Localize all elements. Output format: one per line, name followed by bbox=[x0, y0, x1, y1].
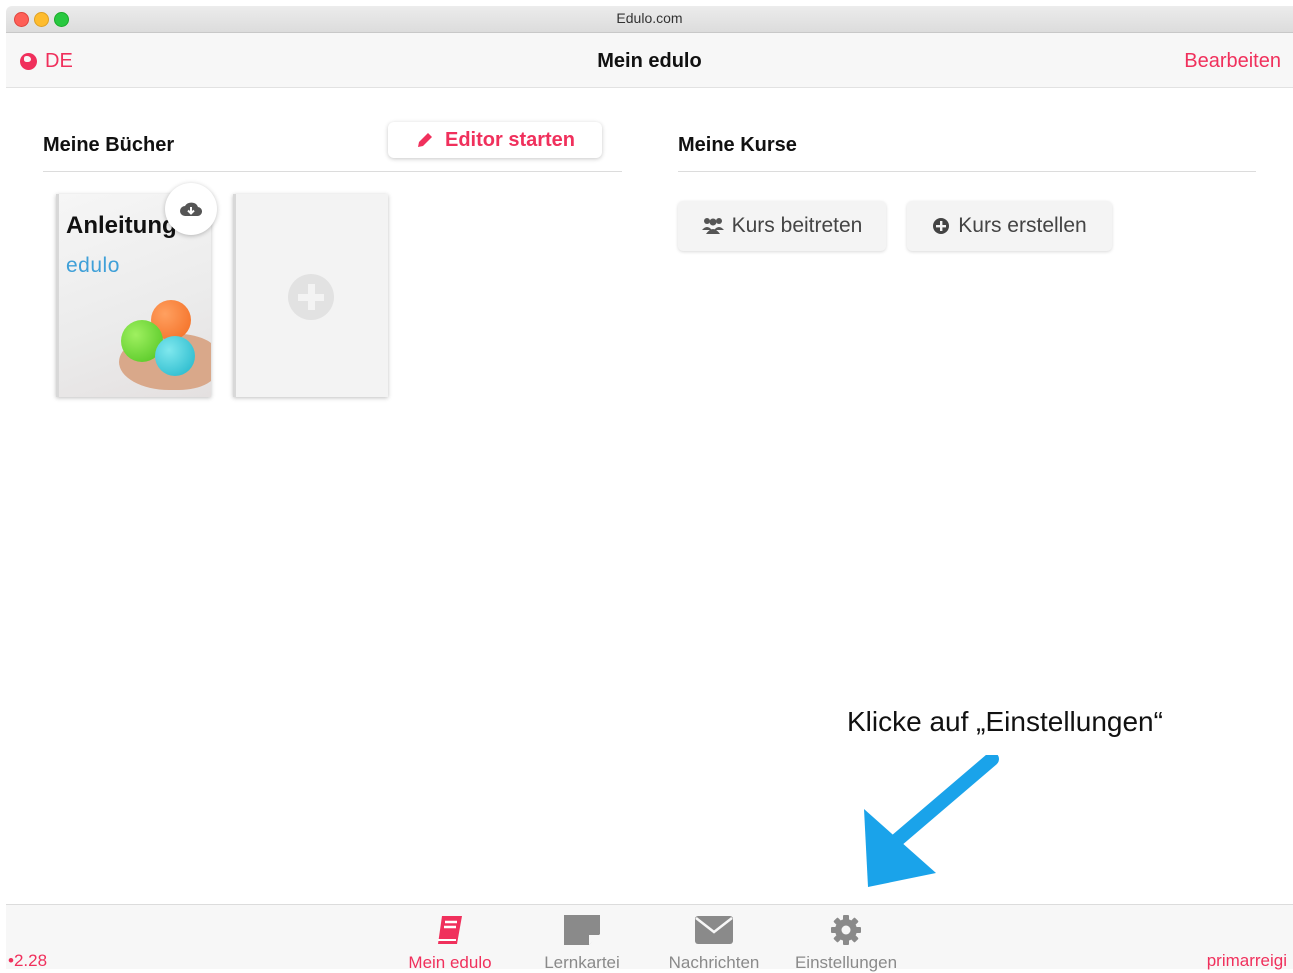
tab-label: Nachrichten bbox=[668, 953, 760, 972]
instruction-annotation: Klicke auf „Einstellungen“ bbox=[847, 706, 1163, 737]
users-icon bbox=[701, 218, 724, 234]
join-course-label: Kurs beitreten bbox=[731, 214, 863, 237]
navigation-bar: DE Mein edulo Bearbeiten bbox=[6, 33, 1293, 88]
tab-label: Lernkartei bbox=[544, 953, 620, 972]
book-cover-title: Anleitung bbox=[66, 212, 177, 239]
edit-button[interactable]: Bearbeiten bbox=[1184, 50, 1281, 73]
book-cover-logo: edulo bbox=[66, 254, 120, 277]
annotation-arrow-icon bbox=[864, 755, 999, 887]
version-label: •2.28 bbox=[8, 951, 48, 970]
tab-nachrichten[interactable]: Nachrichten bbox=[649, 913, 779, 973]
tab-mein-edulo[interactable]: Mein edulo bbox=[385, 913, 515, 973]
window-title: Edulo.com bbox=[616, 10, 683, 26]
envelope-icon bbox=[695, 916, 733, 944]
page-title: Mein edulo bbox=[597, 50, 702, 72]
start-editor-button[interactable]: Editor starten bbox=[388, 122, 602, 158]
download-book-button[interactable] bbox=[165, 183, 217, 235]
plus-circle-icon bbox=[288, 274, 334, 320]
create-course-button[interactable]: Kurs erstellen bbox=[907, 201, 1112, 251]
window-titlebar: Edulo.com bbox=[6, 6, 1293, 33]
start-editor-label: Editor starten bbox=[444, 128, 576, 151]
courses-divider bbox=[678, 171, 1256, 172]
tab-bar: •2.28 Mein edulo Lernkartei Nachrichten … bbox=[6, 904, 1293, 972]
tab-einstellungen[interactable]: Einstellungen bbox=[781, 913, 911, 973]
note-icon bbox=[564, 915, 600, 945]
tab-label: Einstellungen bbox=[794, 953, 898, 972]
tab-label: Mein edulo bbox=[408, 953, 492, 972]
pencil-icon bbox=[417, 133, 432, 147]
plus-circle-icon bbox=[933, 218, 950, 234]
courses-heading: Meine Kurse bbox=[678, 134, 797, 156]
book-icon bbox=[438, 916, 462, 944]
cloud-download-icon bbox=[180, 202, 202, 217]
username-label[interactable]: primarreigi bbox=[1207, 951, 1287, 971]
join-course-button[interactable]: Kurs beitreten bbox=[678, 201, 886, 251]
create-course-label: Kurs erstellen bbox=[958, 214, 1087, 237]
books-heading: Meine Bücher bbox=[43, 134, 175, 156]
add-book-button[interactable] bbox=[233, 194, 388, 397]
gear-icon bbox=[831, 915, 861, 945]
blue-ball bbox=[155, 336, 195, 376]
books-divider bbox=[43, 171, 622, 172]
tab-lernkartei[interactable]: Lernkartei bbox=[517, 913, 647, 973]
